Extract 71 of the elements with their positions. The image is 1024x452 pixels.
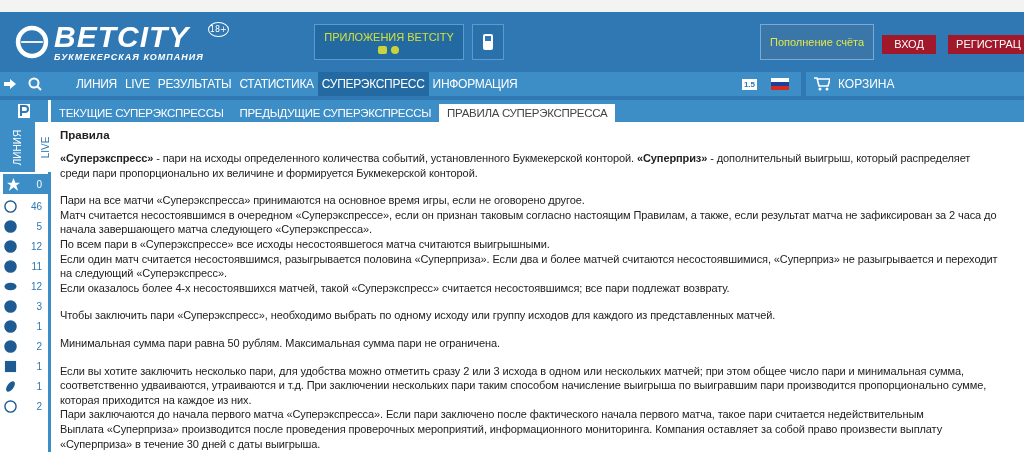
- section-title: Правила: [60, 129, 111, 141]
- rules-text: Минимальная сумма пари равна 50 рублям. Максимальная сумма пари не ограничена.: [60, 335, 501, 351]
- event-count: 5: [36, 220, 42, 232]
- rules-text: на следующий «Суперэкспресс».: [60, 266, 228, 281]
- nav-link[interactable]: РЕЗУЛЬТАТЫ: [153, 72, 236, 96]
- nav-link[interactable]: СУПЕРЭКСПРЕСС: [317, 72, 429, 96]
- parking-icon[interactable]: [18, 104, 30, 118]
- event-count: 2: [36, 400, 42, 412]
- event-count: 46: [30, 200, 42, 212]
- event-count: 2: [36, 340, 42, 352]
- sport-item[interactable]: 11: [0, 256, 48, 276]
- rules-text: начала завершающего матча следующего «Суперэкспресса».: [60, 222, 373, 237]
- flag-icon[interactable]: [771, 78, 789, 90]
- ball-logo-icon: [14, 24, 50, 60]
- event-count: 3: [36, 300, 42, 312]
- register-button[interactable]: РЕГИСТРАЦ: [948, 34, 1024, 54]
- nav-link[interactable]: ИНФОРМАЦИЯ: [428, 72, 522, 96]
- nav-link[interactable]: ЛИНИЯ: [72, 72, 121, 96]
- nav-link[interactable]: СТАТИСТИКА: [235, 72, 318, 96]
- rules-text: которая приходится на каждое из них.: [60, 392, 253, 408]
- platform-icons: [377, 43, 401, 54]
- subnav-tab[interactable]: ПРАВИЛА СУПЕРЭКСПРЕССА: [439, 104, 616, 122]
- odds-format-badge[interactable]: 1.5: [741, 78, 757, 90]
- star-icon: [7, 177, 20, 191]
- nav-link[interactable]: LIVE: [120, 72, 154, 96]
- sport-item[interactable]: 1: [0, 356, 48, 376]
- rules-text: Если оказалось более 4-х несостоявшихся матчей, такой «Суперэкспресс» считается несостоявшимся; все пари подлежат возврату.: [60, 280, 731, 296]
- logo-tagline: БУКМЕКЕРСКАЯ КОМПАНИЯ: [54, 52, 204, 62]
- sport-item[interactable]: 1: [0, 376, 48, 396]
- mobile-button[interactable]: [472, 24, 504, 60]
- rules-text: Выплата «Суперприза» производится после проведения проверочных мероприятий, информационного мониторинга. Компания оставляет за собой право произвести выплату: [60, 421, 944, 437]
- sport-item[interactable]: 12: [0, 276, 48, 296]
- rules-text: среди пари пропорционально их величине и формируется Букмекерской конторой.: [60, 165, 479, 181]
- event-count: 12: [30, 240, 42, 252]
- cart-icon: [814, 77, 830, 91]
- event-count: 12: [30, 280, 42, 292]
- rules-text: «Суперэкспресс» - пари на исходы определенного количества событий, установленного Букмекерской конторой. «Суперприз» - дополнительный выигрыш, который распределяет: [60, 151, 972, 166]
- sport-item[interactable]: 1: [0, 316, 48, 336]
- login-button[interactable]: ВХОД: [882, 34, 937, 54]
- event-count: 1: [36, 360, 42, 372]
- sport-item[interactable]: 3: [0, 296, 48, 316]
- rules-text: По всем пари в «Суперэкспрессе» все исходы несостоявшегося матча считаются выигрышными.: [60, 236, 551, 252]
- sport-item[interactable]: 0: [3, 174, 48, 194]
- rugby-ball-icon: [4, 379, 17, 393]
- sport-item[interactable]: 5: [0, 216, 48, 236]
- square-logo-icon: [4, 359, 17, 373]
- subnav-tab[interactable]: ПРЕДЫДУЩИЕ СУПЕРЭКСПРЕССЫ: [231, 104, 440, 122]
- rules-text: Если один матч считается несостоявшимся, разыгрывается половина «Суперприза». Если два и более матчей считаются несостоявшимися, «Суперприз» не разыгрывается и переходит: [60, 251, 999, 267]
- rules-text: Матч считается несостоявшимся в очередном «Суперэкспрессе», если он признан таковым согласно настоящим Правилам, а также, если результат матча не зафиксирован за 2 часа до: [60, 207, 998, 223]
- event-count: 11: [31, 260, 42, 272]
- apps-button[interactable]: ПРИЛОЖЕНИЯ BETCITY: [314, 24, 464, 60]
- sport-item[interactable]: 2: [0, 336, 48, 356]
- logo-wordmark: BETCITY: [54, 22, 191, 52]
- rules-text: Пари заключаются до начала первого матча «Суперэкспресса». Если пари заключено после фактического начала первого матча, такое пари считается недействительным: [60, 407, 925, 422]
- event-count: 1: [36, 320, 42, 332]
- event-count: 1: [36, 380, 42, 392]
- sport-item[interactable]: 46: [0, 196, 48, 216]
- rules-text: Если вы хотите заключить несколько пари, для удобства можно отметить сразу 2 или 3 исхода в одном или нескольких матчей; при этом общее число пари и минимальная сумма,: [60, 363, 965, 379]
- sidebar-tab[interactable]: ЛИНИЯ: [0, 122, 36, 172]
- subnav-tab[interactable]: ТЕКУЩИЕ СУПЕРЭКСПРЕССЫ: [51, 104, 232, 122]
- phone-icon: [483, 34, 493, 50]
- rules-text: соответственно удваиваются, утраиваются и т.д. При заключении нескольких пари таким способом начисление выигрыша по выигравшим пари производится пропорционально сумме,: [60, 378, 988, 393]
- sport-item[interactable]: 2: [0, 396, 48, 416]
- sport-item[interactable]: 12: [0, 236, 48, 256]
- rules-text: Пари на все матчи «Суперэкспресса» принимаются на основное время игры, если не оговорено другое.: [60, 193, 586, 208]
- search-icon[interactable]: [28, 77, 42, 91]
- arrow-right-icon[interactable]: [4, 78, 16, 90]
- rules-text: «Суперприза» в течение 30 дней с даты выигрыша.: [60, 436, 322, 452]
- deposit-button[interactable]: Пополнение счёта: [760, 24, 875, 60]
- event-count: 0: [36, 178, 42, 190]
- rules-text: Чтобы заключить пари «Суперэкспресс», необходимо выбрать по одному исходу или группу исходов для каждого из представленных матчей.: [60, 308, 777, 323]
